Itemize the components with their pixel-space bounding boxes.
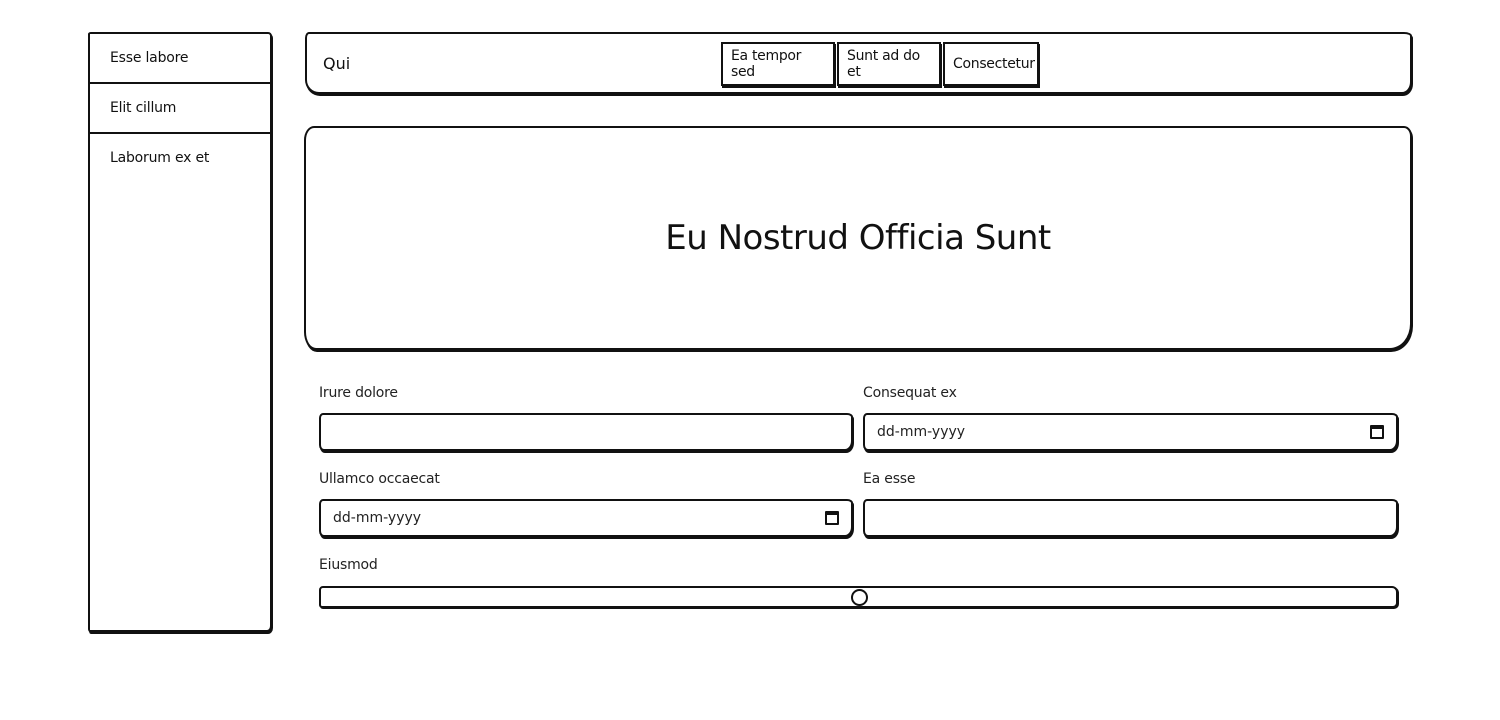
field-label-ea-esse: Ea esse <box>863 471 916 487</box>
calendar-icon[interactable] <box>825 511 839 525</box>
hero-panel: Eu Nostrud Officia Sunt <box>304 126 1412 350</box>
sidebar-item-esse-labore[interactable]: Esse labore <box>90 34 270 84</box>
nav-button-sunt-ad-do-et[interactable]: Sunt ad do et <box>837 42 941 86</box>
nav-button-ea-tempor-sed[interactable]: Ea tempor sed <box>721 42 835 86</box>
brand-label[interactable]: Qui <box>323 54 350 73</box>
hero-title: Eu Nostrud Officia Sunt <box>665 218 1051 258</box>
slider-thumb[interactable] <box>850 589 868 606</box>
nav-button-group: Ea tempor sed Sunt ad do et Consectetur <box>721 42 1041 86</box>
field-label-eiusmod: Eiusmod <box>319 557 378 573</box>
text-input-irure-dolore[interactable] <box>319 413 853 451</box>
date-input-consequat-ex[interactable]: dd-mm-yyyy <box>863 413 1398 451</box>
top-nav-bar: Qui Ea tempor sed Sunt ad do et Consecte… <box>305 32 1412 94</box>
sidebar-item-laborum-ex-et[interactable]: Laborum ex et <box>90 134 270 184</box>
date-placeholder: dd-mm-yyyy <box>877 424 966 440</box>
text-input-ea-esse[interactable] <box>863 499 1398 537</box>
range-slider-eiusmod[interactable] <box>319 586 1398 608</box>
date-input-ullamco-occaecat[interactable]: dd-mm-yyyy <box>319 499 853 537</box>
sidebar-item-elit-cillum[interactable]: Elit cillum <box>90 84 270 134</box>
date-placeholder: dd-mm-yyyy <box>333 510 422 526</box>
sidebar: Esse labore Elit cillum Laborum ex et <box>88 32 272 632</box>
field-label-ullamco-occaecat: Ullamco occaecat <box>319 471 440 487</box>
field-label-irure-dolore: Irure dolore <box>319 385 398 401</box>
field-label-consequat-ex: Consequat ex <box>863 385 957 401</box>
nav-button-consectetur[interactable]: Consectetur <box>943 42 1039 86</box>
calendar-icon[interactable] <box>1370 425 1384 439</box>
